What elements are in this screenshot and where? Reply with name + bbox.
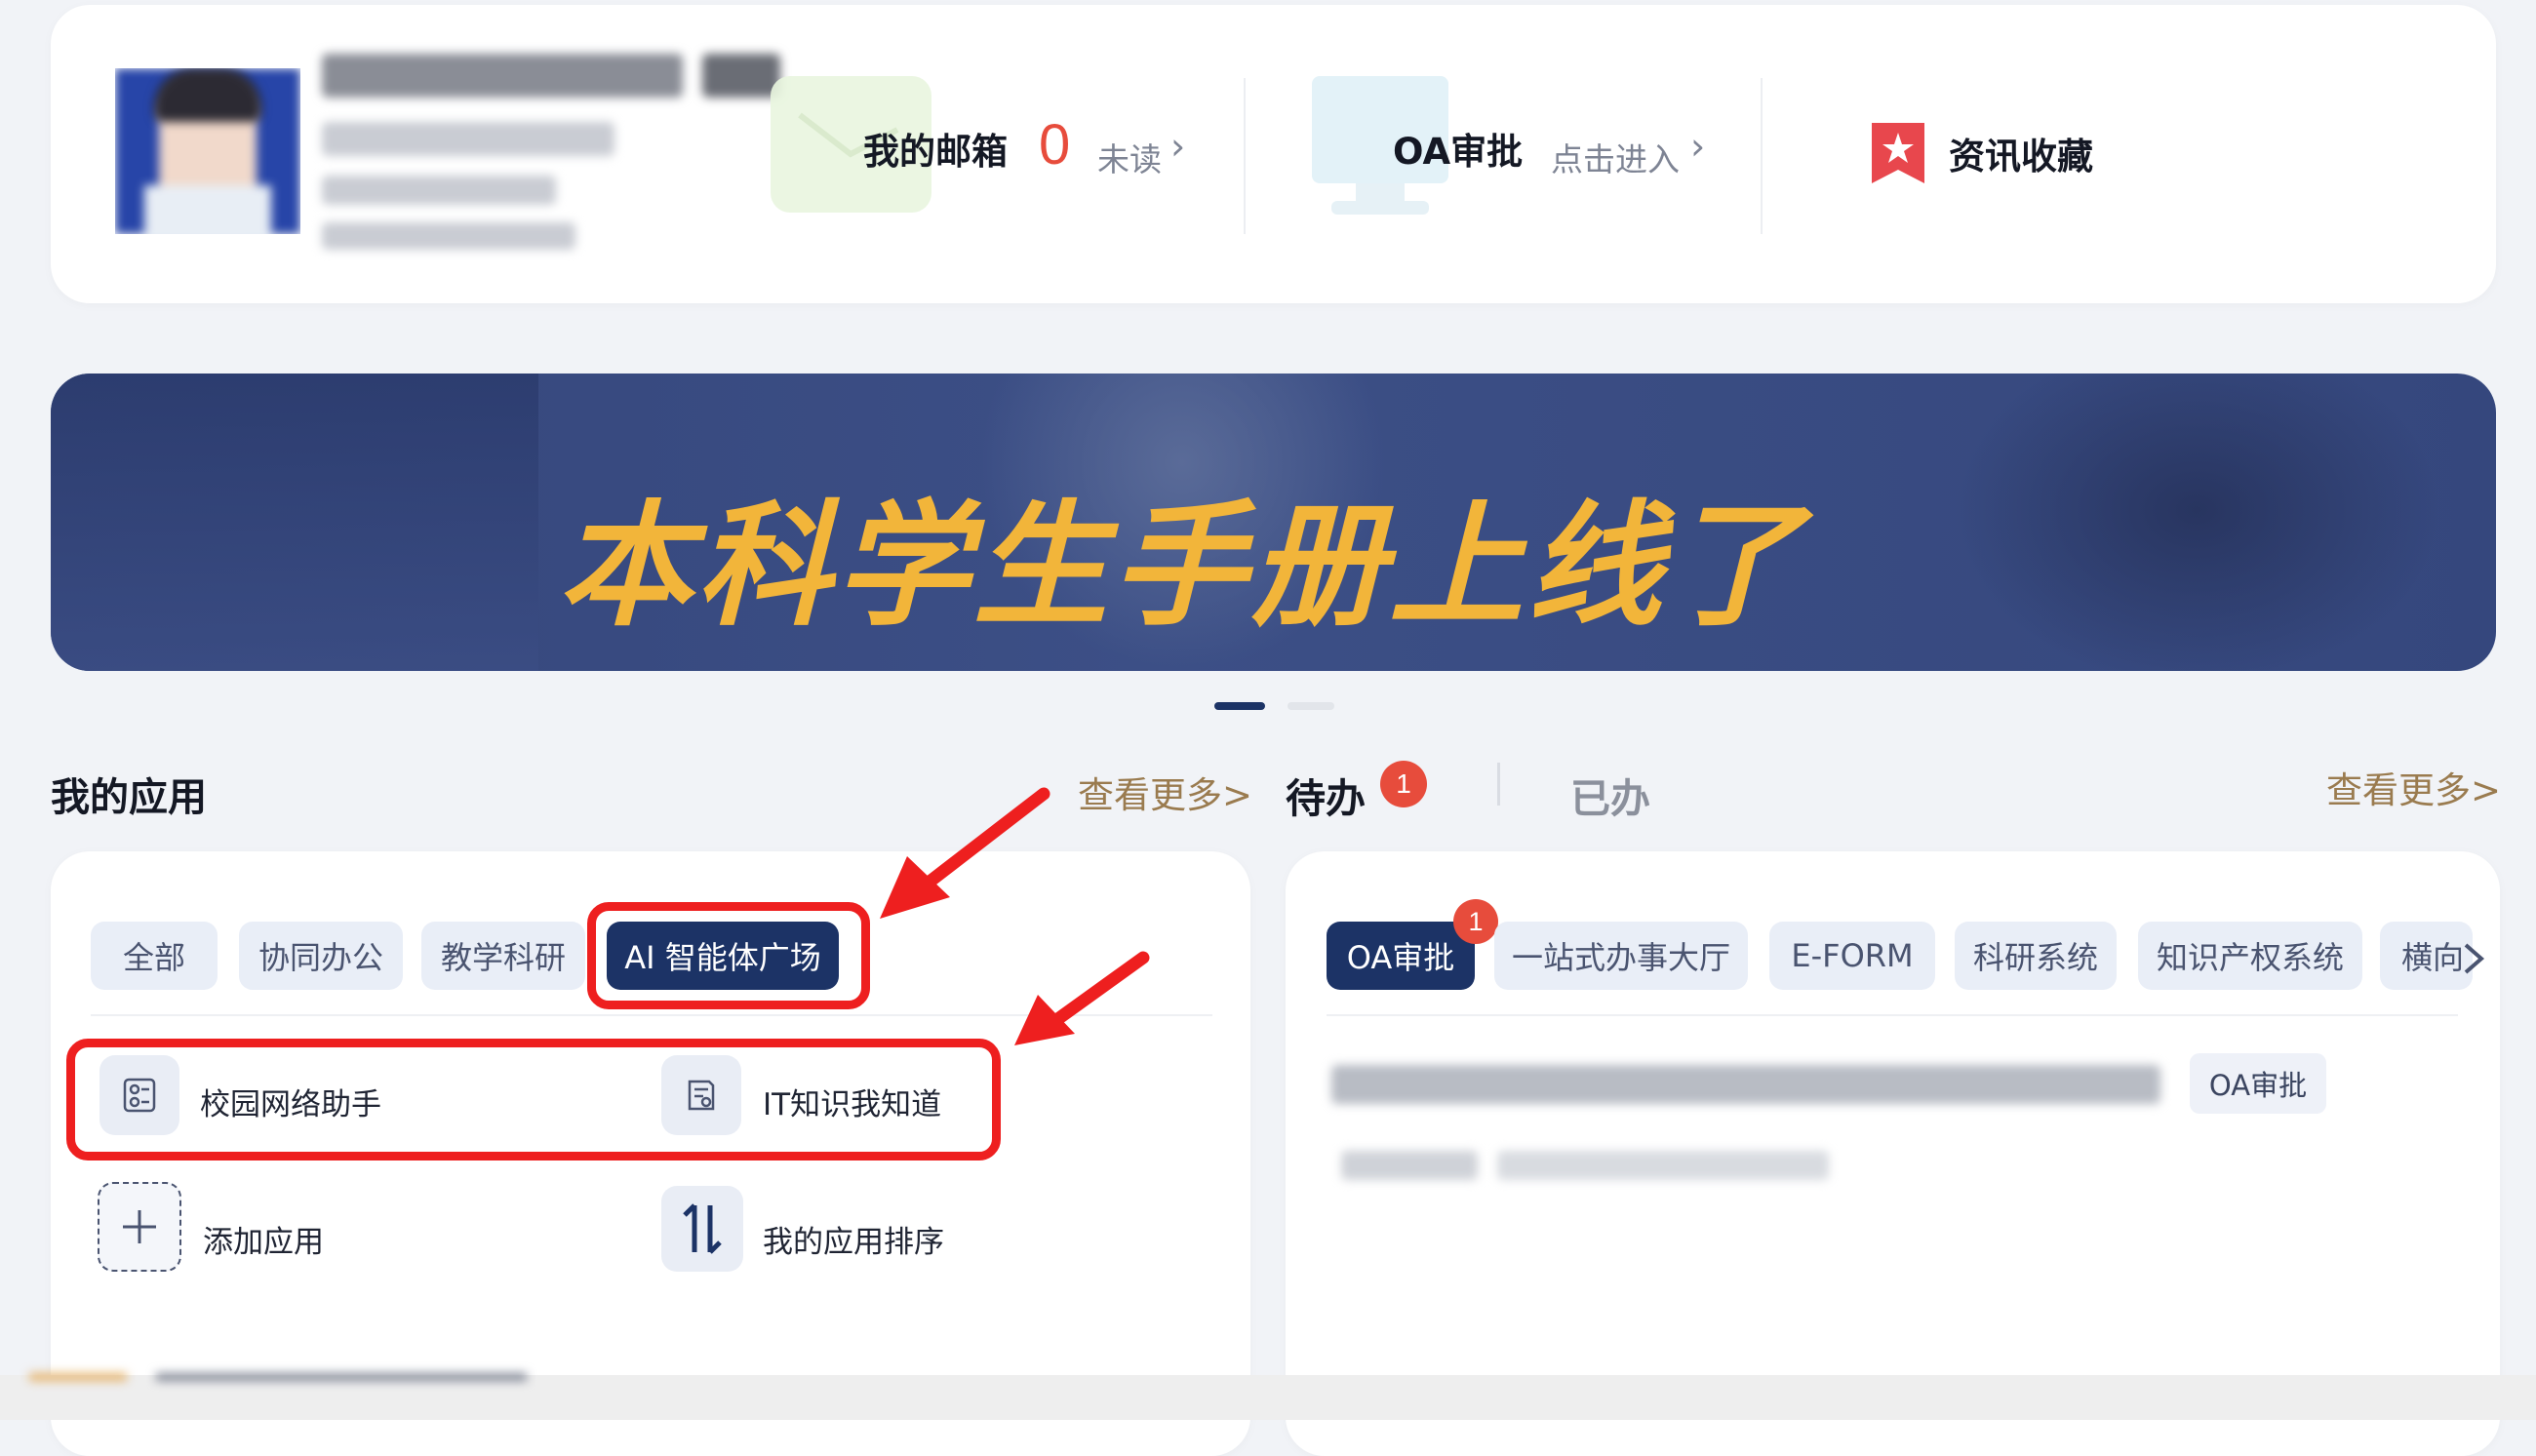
app-label-add-app[interactable]: 添加应用	[203, 1217, 324, 1261]
bottom-strip-text-blurred	[156, 1373, 527, 1381]
divider	[1761, 78, 1763, 234]
chevron-right-icon[interactable]: ›	[1170, 125, 1185, 168]
chevron-right-icon[interactable]: ›	[1690, 125, 1705, 168]
chip-teaching-research[interactable]: 教学科研	[421, 922, 585, 990]
mail-unread[interactable]: 未读	[1097, 134, 1162, 180]
annotation-arrow-icon	[880, 787, 1050, 919]
chevron-right-icon[interactable]	[2460, 941, 2487, 976]
bookmark-star-icon[interactable]	[1868, 119, 1928, 187]
user-info-blurred	[322, 176, 556, 205]
pending-badge: 1	[1380, 761, 1427, 807]
banner-title: 本科学生手册上线了	[558, 488, 1805, 645]
sort-icon[interactable]	[661, 1186, 743, 1272]
todo-item-title-blurred[interactable]	[1331, 1065, 2160, 1104]
user-name-blurred	[322, 54, 683, 98]
bottom-strip	[0, 1375, 2536, 1420]
divider	[1244, 78, 1246, 234]
banner[interactable]: 本科学生手册上线了	[51, 374, 2496, 671]
chip-divider	[1327, 1014, 2458, 1016]
mail-label[interactable]: 我的邮箱	[863, 122, 1008, 175]
oa-chip-badge-count: 1	[1468, 906, 1484, 936]
todo-item-meta-blurred	[1341, 1151, 1478, 1180]
chip-ip-system[interactable]: 知识产权系统	[2138, 922, 2362, 990]
apps-section-title: 我的应用	[51, 775, 207, 820]
user-info-blurred	[322, 222, 575, 250]
chip-research-system[interactable]: 科研系统	[1955, 922, 2117, 990]
carousel-dot[interactable]	[1288, 702, 1334, 710]
oa-label[interactable]: OA审批	[1393, 122, 1523, 175]
chip-one-stop-hall[interactable]: 一站式办事大厅	[1494, 922, 1748, 990]
carousel-dot-active[interactable]	[1214, 702, 1265, 710]
oa-enter[interactable]: 点击进入	[1551, 134, 1680, 180]
app-label-sort[interactable]: 我的应用排序	[763, 1217, 944, 1261]
todo-item-tag-label: OA审批	[2208, 1069, 2308, 1102]
chip-eform[interactable]: E-FORM	[1769, 922, 1935, 990]
user-info-blurred	[322, 122, 614, 156]
tab-divider	[1497, 763, 1500, 806]
bottom-strip-text-blurred	[29, 1373, 127, 1381]
tab-pending[interactable]: 待办	[1286, 766, 1366, 824]
chip-all[interactable]: 全部	[91, 922, 218, 990]
todo-more-link[interactable]: 查看更多>	[2326, 761, 2501, 813]
pending-badge-count: 1	[1396, 768, 1411, 799]
chip-oa-approval[interactable]: OA审批	[1327, 922, 1475, 990]
plus-icon[interactable]	[98, 1182, 181, 1272]
todo-item-meta-blurred	[1497, 1151, 1829, 1180]
mail-count[interactable]: 0	[1039, 112, 1070, 177]
avatar[interactable]	[115, 68, 300, 234]
user-name-blurred-2	[702, 54, 780, 98]
todo-item-tag[interactable]: OA审批	[2190, 1053, 2326, 1114]
annotation-box-apps	[66, 1039, 1001, 1161]
apps-more-link[interactable]: 查看更多>	[1078, 766, 1252, 818]
chip-collab-office[interactable]: 协同办公	[239, 922, 403, 990]
favorites-label[interactable]: 资讯收藏	[1949, 127, 2093, 179]
oa-chip-badge: 1	[1453, 899, 1498, 944]
annotation-arrow-icon	[1014, 951, 1150, 1045]
tab-done[interactable]: 已办	[1570, 766, 1650, 824]
chip-horizontal[interactable]: 横向	[2380, 922, 2473, 990]
annotation-box-ai-chip	[587, 902, 870, 1009]
